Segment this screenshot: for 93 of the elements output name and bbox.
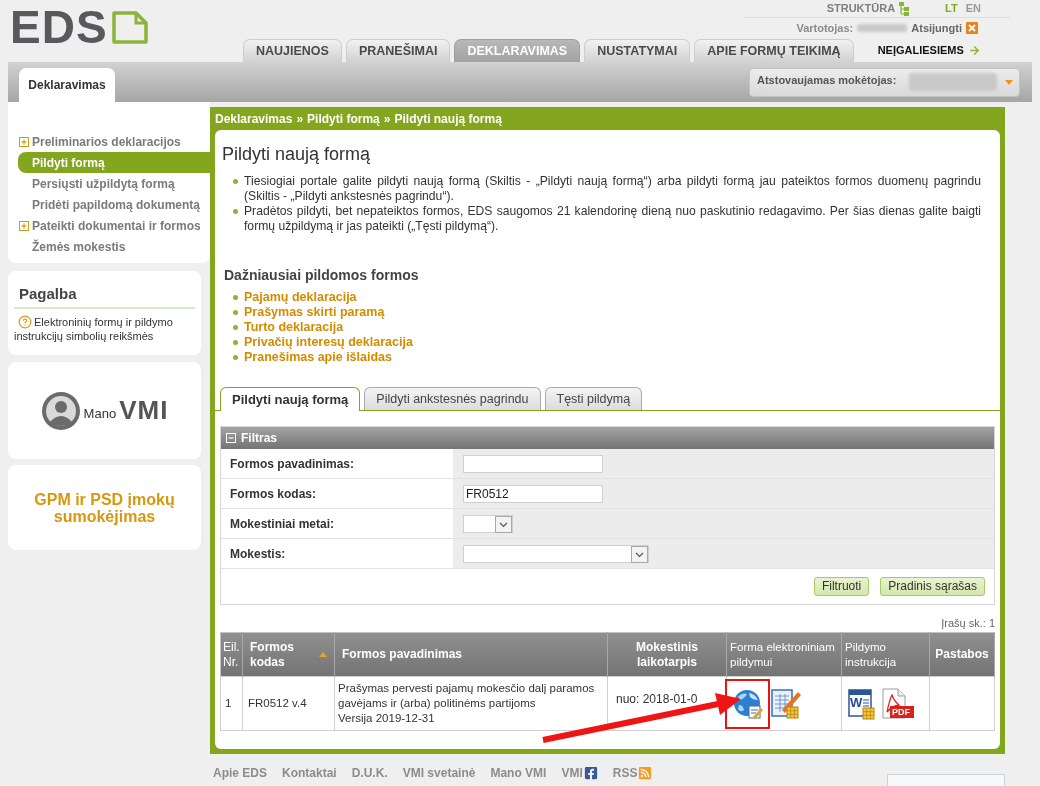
- text-input-field[interactable]: FR0512: [463, 484, 603, 503]
- filter-title: Filtras: [241, 430, 277, 447]
- field-label: Formos pavadinimas:: [230, 455, 355, 473]
- nav-tab[interactable]: NUSTATYMAI: [584, 39, 691, 62]
- banner-card[interactable]: Mano VMI: [8, 362, 201, 459]
- language-link[interactable]: EN: [963, 0, 983, 17]
- document-logo-icon: [111, 11, 148, 44]
- structure-link[interactable]: STRUKTŪRA: [826, 0, 896, 17]
- info-text: Tiesiogiai portale galite pildyti naują formą (Skiltis - „Pildyti naują formą“) arba pildyti formą jau pateiktos formos duomenų pagrindu (Skiltis - „Pildyti ankstesnės pagrindu“).: [244, 174, 981, 204]
- spreadsheet-edit-icon[interactable]: [770, 687, 802, 720]
- info-text: Pradėtos pildyti, bet nepateiktos formos, EDS saugomos 21 kalendorinę dieną nuo paskutinio redagavimo. Per šias dienas galite baigti formų užpildymą ir jas pateikti („Tęsti pildymą“).: [244, 204, 981, 234]
- footer-link[interactable]: VMI: [561, 766, 583, 780]
- form-tab[interactable]: Tęsti pildymą: [544, 387, 643, 410]
- facebook-icon[interactable]: [583, 766, 598, 780]
- form-tab[interactable]: Pildyti ankstesnės pagrindu: [364, 387, 541, 410]
- breadcrumb-link[interactable]: Deklaravimas: [215, 109, 293, 128]
- sidebar-item[interactable]: Žemės mokestis: [18, 236, 210, 257]
- table-cell: FR0512 v.4: [248, 696, 307, 709]
- language-link[interactable]: LT: [943, 0, 960, 17]
- collapse-icon[interactable]: [226, 433, 236, 443]
- accessibility-link[interactable]: NEĮGALIESIEMS: [877, 42, 964, 59]
- column-header[interactable]: Formos kodas: [250, 639, 317, 670]
- word-label: W: [850, 695, 863, 709]
- nav-tab[interactable]: NAUJIENOS: [243, 39, 342, 62]
- expand-icon[interactable]: [19, 220, 29, 231]
- select-field[interactable]: [463, 544, 649, 563]
- pdf-document-icon[interactable]: [879, 687, 915, 720]
- pdf-label: PDF: [892, 706, 910, 717]
- globe-edit-icon[interactable]: [731, 687, 764, 720]
- sidebar-item[interactable]: Persiųsti užpildytą formą: [18, 173, 210, 194]
- logout-link[interactable]: Atsijungti: [911, 19, 962, 37]
- select-field[interactable]: [463, 514, 513, 533]
- blurred-text: [857, 24, 908, 32]
- form-name: Prašymas pervesti pajamų mokesčio dalį paramos gavėjams ir (arba) politinėms partijoms: [338, 681, 596, 711]
- avatar-silhouette-icon: [40, 390, 81, 431]
- logo-label: VMI: [119, 394, 169, 427]
- caret-down-icon[interactable]: [1005, 79, 1013, 85]
- breadcrumb-link[interactable]: Pildyti naują formą: [394, 109, 502, 128]
- filter-header[interactable]: Filtras: [221, 427, 994, 449]
- nav-tab[interactable]: APIE FORMŲ TEIKIMĄ: [694, 39, 854, 62]
- help-icon[interactable]: [18, 315, 32, 329]
- chevron-down-icon[interactable]: [495, 515, 512, 533]
- logo-text: EDS: [10, 9, 108, 45]
- payer-label: Atstovaujamas mokėtojas:: [757, 73, 897, 88]
- nav-tab[interactable]: PRANEŠIMAI: [345, 39, 451, 62]
- footer-link[interactable]: VMI svetainė: [402, 766, 476, 780]
- word-document-icon[interactable]: [846, 687, 878, 720]
- column-header[interactable]: Formos pavadinimas: [342, 647, 463, 662]
- form-version: Versija 2019-12-31: [338, 711, 436, 726]
- chevron-down-icon[interactable]: [631, 545, 648, 563]
- banner-link[interactable]: GPM ir PSD įmokų sumokėjimas: [16, 490, 193, 525]
- section-heading: Dažniausiai pildomos formos: [223, 266, 420, 284]
- breadcrumb-link[interactable]: Pildyti formą: [307, 109, 380, 128]
- nav-tab[interactable]: DEKLARAVIMAS: [454, 39, 581, 62]
- table-cell: nuo: 2018-01-0: [616, 691, 698, 706]
- close-icon[interactable]: [966, 22, 978, 34]
- rss-icon[interactable]: [638, 766, 653, 780]
- sidebar-item[interactable]: Pildyti formą: [18, 152, 210, 173]
- footer-link[interactable]: D.U.K.: [351, 766, 388, 780]
- filter-button[interactable]: Filtruoti: [813, 577, 870, 596]
- breadcrumb-separator: »: [383, 110, 391, 128]
- sidebar-item[interactable]: Pateikti dokumentai ir formos: [18, 215, 210, 236]
- footer-link[interactable]: Mano VMI: [490, 766, 547, 780]
- text-input-field[interactable]: [463, 454, 603, 473]
- column-header[interactable]: Forma elektroniniam pildymui: [730, 639, 838, 670]
- sitemap-icon: [899, 1, 910, 16]
- form-tab[interactable]: Pildyti naują formą: [220, 387, 361, 411]
- field-label: Mokestis:: [230, 545, 286, 563]
- column-header[interactable]: Eil. Nr.: [223, 639, 240, 670]
- filter-button[interactable]: Pradinis sąrašas: [880, 577, 985, 596]
- field-label: Formos kodas:: [230, 485, 316, 503]
- help-title: Pagalba: [18, 285, 78, 303]
- page-title: Pildyti naują formą: [221, 143, 372, 165]
- record-count: Įrašų sk.: 1: [941, 617, 995, 630]
- footer-link[interactable]: Apie EDS: [213, 766, 267, 780]
- field-label: Mokestiniai metai:: [230, 515, 335, 533]
- help-link[interactable]: Elektroninių formų ir pildymo instrukcijų simbolių reikšmės: [14, 315, 195, 343]
- arrow-right-icon[interactable]: [967, 44, 981, 57]
- footer-link[interactable]: RSS: [612, 766, 638, 780]
- table-cell: 1: [225, 696, 232, 709]
- footer-link[interactable]: Kontaktai: [282, 766, 337, 780]
- expand-icon[interactable]: [19, 136, 29, 147]
- logo-label: Mano: [83, 404, 117, 423]
- column-header[interactable]: Mokestinis laikotarpis: [612, 639, 722, 670]
- user-label: Vartotojas:: [796, 20, 854, 36]
- sidebar-item[interactable]: Preliminarios deklaracijos: [18, 131, 210, 152]
- payer-selector[interactable]: Atstovaujamas mokėtojas:: [749, 68, 1020, 97]
- column-header[interactable]: Pastabos: [935, 647, 989, 662]
- breadcrumb-separator: »: [296, 110, 304, 128]
- sidebar-item[interactable]: Pridėti papildomą dokumentą: [18, 194, 210, 215]
- section-tab[interactable]: Deklaravimas: [19, 68, 115, 102]
- sort-ascending-icon[interactable]: [319, 652, 327, 657]
- column-header[interactable]: Pildymo instrukcija: [845, 639, 926, 670]
